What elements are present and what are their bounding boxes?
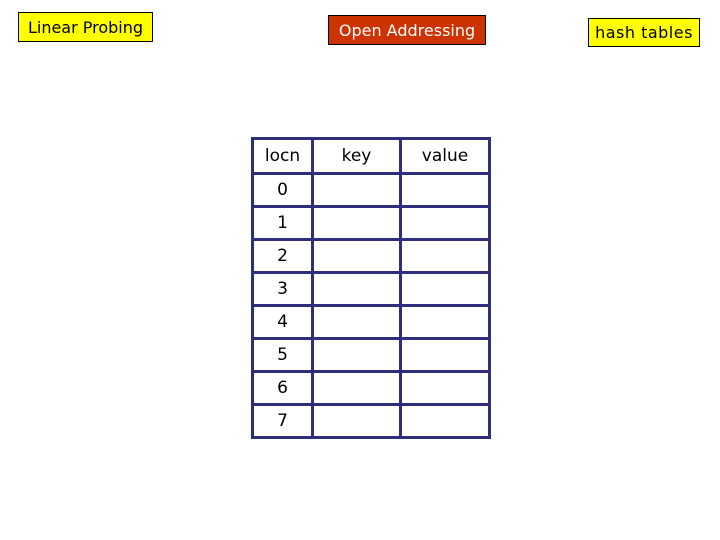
value-cell <box>399 337 491 373</box>
locn-cell: 3 <box>251 271 314 307</box>
hash-tables-label: hash tables <box>588 18 700 47</box>
locn-cell: 2 <box>251 238 314 274</box>
header-key: key <box>311 137 402 175</box>
key-cell <box>311 172 402 208</box>
table-row: 3 <box>251 271 491 307</box>
key-cell <box>311 403 402 439</box>
locn-cell: 6 <box>251 370 314 406</box>
key-cell <box>311 337 402 373</box>
value-cell <box>399 370 491 406</box>
key-cell <box>311 370 402 406</box>
table-row: 0 <box>251 172 491 208</box>
value-cell <box>399 271 491 307</box>
locn-cell: 7 <box>251 403 314 439</box>
table-row: 4 <box>251 304 491 340</box>
value-cell <box>399 238 491 274</box>
linear-probing-label: Linear Probing <box>18 12 153 42</box>
table-row: 7 <box>251 403 491 439</box>
locn-cell: 5 <box>251 337 314 373</box>
locn-cell: 0 <box>251 172 314 208</box>
table-row: 5 <box>251 337 491 373</box>
hash-table: locn key value 01234567 <box>251 137 491 439</box>
locn-cell: 4 <box>251 304 314 340</box>
table-row: 1 <box>251 205 491 241</box>
key-cell <box>311 238 402 274</box>
header-value: value <box>399 137 491 175</box>
table-header-row: locn key value <box>251 137 491 175</box>
locn-cell: 1 <box>251 205 314 241</box>
open-addressing-title: Open Addressing <box>328 15 486 45</box>
header-locn: locn <box>251 137 314 175</box>
key-cell <box>311 271 402 307</box>
table-row: 2 <box>251 238 491 274</box>
table-row: 6 <box>251 370 491 406</box>
value-cell <box>399 205 491 241</box>
value-cell <box>399 304 491 340</box>
key-cell <box>311 304 402 340</box>
value-cell <box>399 403 491 439</box>
key-cell <box>311 205 402 241</box>
value-cell <box>399 172 491 208</box>
